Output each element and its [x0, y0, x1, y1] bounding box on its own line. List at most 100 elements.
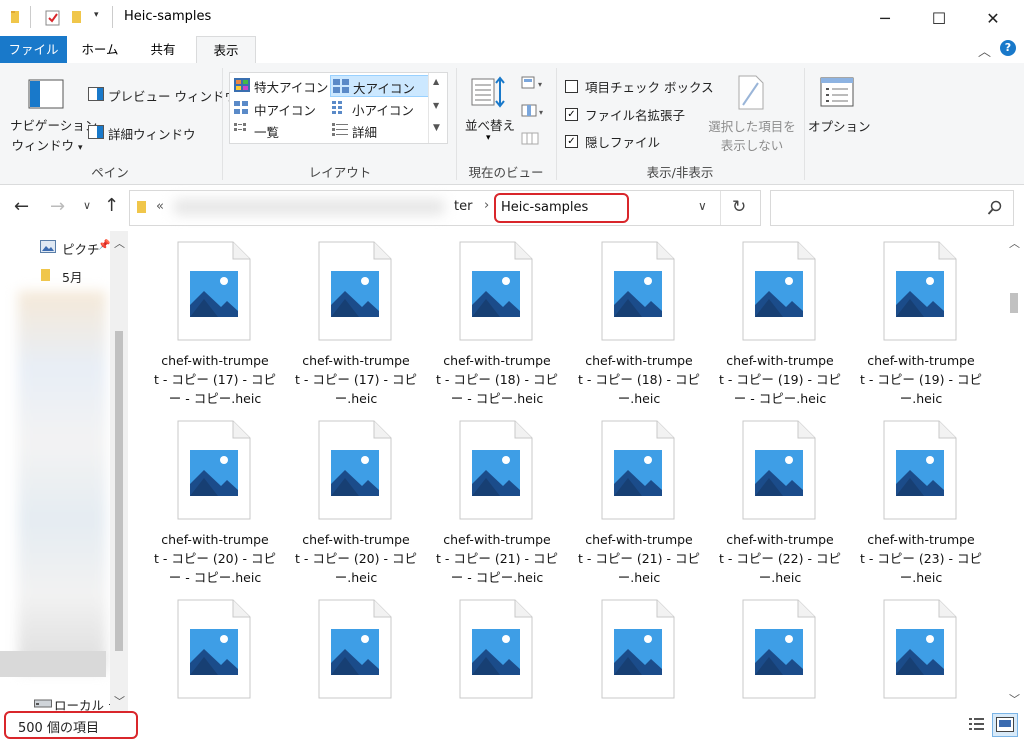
item-checkbox-label: 項目チェック ボックス: [585, 80, 714, 95]
properties-icon[interactable]: [44, 9, 62, 30]
nav-item-may[interactable]: 5月: [36, 265, 116, 285]
close-button[interactable]: ✕: [970, 0, 1016, 36]
image-file-icon: [883, 241, 957, 341]
file-item[interactable]: [715, 595, 845, 711]
file-item[interactable]: [432, 595, 562, 711]
group-separator: [804, 68, 805, 180]
search-box[interactable]: [770, 190, 1014, 226]
layout-medium-icons[interactable]: 中アイコン: [232, 98, 328, 118]
nav-selected-item[interactable]: [0, 651, 106, 677]
sort-button[interactable]: 並べ替え ▾: [462, 71, 518, 147]
options-button[interactable]: オプション: [808, 73, 871, 153]
search-icon: [987, 200, 1002, 215]
file-item[interactable]: chef-with-trumpe t - コピー (20) - コピー - コピー…: [150, 416, 280, 594]
help-icon[interactable]: ?: [1000, 40, 1016, 56]
quick-access-dropdown-icon[interactable]: ▾: [94, 10, 99, 20]
file-name-line: ー - コピー.heic: [450, 570, 544, 585]
scroll-up-icon[interactable]: ︿: [114, 235, 125, 251]
file-name-line: chef-with-trumpe: [443, 532, 551, 547]
file-item[interactable]: chef-with-trumpe t - コピー (18) - コピー - コピー…: [432, 237, 562, 415]
file-item[interactable]: chef-with-trumpe t - コピー (21) - コピー - コピー…: [432, 416, 562, 594]
file-name-line: ー - コピー.heic: [168, 391, 262, 406]
file-name: chef-with-trumpe t - コピー (19) - コピ ー.heic: [855, 351, 987, 408]
file-item[interactable]: chef-with-trumpe t - コピー (22) - コピ ー.heic: [715, 416, 845, 594]
nav-scroll-thumb[interactable]: [115, 331, 123, 651]
layout-label: 詳細: [352, 125, 378, 140]
add-columns-button[interactable]: ▾: [521, 103, 547, 122]
layout-large-icons[interactable]: 大アイコン: [330, 75, 429, 97]
file-scroll-thumb[interactable]: [1010, 293, 1018, 313]
address-dropdown-icon[interactable]: ∨: [698, 199, 707, 213]
file-item[interactable]: [856, 595, 986, 711]
tab-home[interactable]: ホーム: [72, 36, 128, 63]
refresh-icon[interactable]: ↻: [732, 197, 746, 217]
hidden-files-box[interactable]: ✓: [565, 135, 578, 148]
file-name-line: ー.heic: [334, 391, 378, 406]
nav-scrollbar[interactable]: ︿ ﹀: [110, 231, 128, 711]
nav-item-label: ピクチ: [62, 242, 100, 257]
sort-label: 並べ替え: [464, 118, 515, 133]
breadcrumb-parent[interactable]: ter: [454, 199, 472, 214]
tab-view[interactable]: 表示: [196, 36, 256, 65]
scroll-down-icon[interactable]: ﹀: [1009, 691, 1020, 707]
scroll-down-icon[interactable]: ▼: [433, 101, 439, 110]
breadcrumb-current-highlight[interactable]: Heic-samples: [494, 193, 629, 223]
layout-small-icons[interactable]: 小アイコン: [330, 98, 427, 118]
large-icons-view-button[interactable]: [992, 713, 1018, 737]
file-item[interactable]: chef-with-trumpe t - コピー (17) - コピ ー.heic: [291, 237, 421, 415]
file-name-line: chef-with-trumpe: [161, 532, 269, 547]
breadcrumb-current[interactable]: Heic-samples: [501, 200, 588, 215]
folder-icon: [41, 269, 50, 281]
layout-details[interactable]: 詳細: [330, 120, 427, 140]
file-name: chef-with-trumpe t - コピー (20) - コピー - コピー…: [149, 530, 281, 587]
size-columns-button[interactable]: [521, 131, 539, 150]
tab-share[interactable]: 共有: [133, 36, 193, 63]
tab-file[interactable]: ファイル: [0, 36, 67, 63]
forward-arrow-icon[interactable]: →: [50, 196, 65, 217]
file-item[interactable]: chef-with-trumpe t - コピー (18) - コピ ー.heic: [574, 237, 704, 415]
collapse-ribbon-icon[interactable]: ︿: [978, 41, 991, 60]
file-item[interactable]: chef-with-trumpe t - コピー (21) - コピ ー.heic: [574, 416, 704, 594]
file-item[interactable]: chef-with-trumpe t - コピー (19) - コピー - コピー…: [715, 237, 845, 415]
details-view-icon[interactable]: [968, 716, 986, 732]
layout-list[interactable]: 一覧: [232, 120, 328, 140]
hide-selected-button[interactable]: 選択した項目を 表示しない: [706, 73, 798, 153]
breadcrumb-overflow[interactable]: «: [156, 199, 164, 214]
file-name: chef-with-trumpe t - コピー (22) - コピ ー.heic: [714, 530, 846, 587]
navigation-pane-button[interactable]: ナビゲーション ウィンドウ ▾: [10, 73, 97, 153]
layout-extra-large-icons[interactable]: 特大アイコン: [232, 75, 328, 95]
file-item[interactable]: chef-with-trumpe t - コピー (23) - コピ ー.heic: [856, 416, 986, 594]
recent-locations-icon[interactable]: ∨: [83, 199, 91, 212]
up-arrow-icon[interactable]: ↑: [104, 195, 119, 216]
file-item[interactable]: chef-with-trumpe t - コピー (19) - コピ ー.heic: [856, 237, 986, 415]
divider: [112, 6, 113, 28]
file-scrollbar[interactable]: ︿ ﹀: [1004, 231, 1024, 711]
expand-gallery-icon[interactable]: ▼: [433, 123, 440, 133]
layout-label: 小アイコン: [352, 103, 414, 118]
file-item[interactable]: [574, 595, 704, 711]
back-arrow-icon[interactable]: ←: [14, 196, 29, 217]
search-input[interactable]: [775, 197, 979, 219]
file-item[interactable]: [291, 595, 421, 711]
scroll-down-icon[interactable]: ﹀: [114, 693, 125, 709]
file-name-line: ー - コピー.heic: [450, 391, 544, 406]
file-name: chef-with-trumpe t - コピー (20) - コピ ー.heic: [290, 530, 422, 587]
file-extension-box[interactable]: ✓: [565, 108, 578, 121]
maximize-button[interactable]: ☐: [916, 0, 962, 36]
sort-icon: [471, 76, 505, 108]
divider: [720, 191, 721, 225]
breadcrumb-separator[interactable]: ›: [484, 198, 489, 213]
layout-scroll[interactable]: ▲ ▼ ▼: [428, 73, 447, 143]
item-checkbox-box[interactable]: [565, 80, 578, 93]
file-item[interactable]: chef-with-trumpe t - コピー (17) - コピー - コピー…: [150, 237, 280, 415]
group-by-button[interactable]: ▾: [521, 75, 547, 94]
file-item[interactable]: [150, 595, 280, 711]
layout-gallery: 特大アイコン 大アイコン 中アイコン 小アイコン 一覧 詳細 ▲ ▼ ▼: [229, 72, 448, 144]
nav-item-pictures[interactable]: ピクチ 📌: [36, 237, 116, 257]
scroll-up-icon[interactable]: ︿: [1009, 235, 1020, 251]
file-item[interactable]: chef-with-trumpe t - コピー (20) - コピ ー.heic: [291, 416, 421, 594]
minimize-button[interactable]: ─: [862, 0, 908, 36]
address-bar[interactable]: « ter › Heic-samples ∨ ↻: [129, 190, 761, 226]
scroll-up-icon[interactable]: ▲: [433, 77, 439, 86]
new-folder-icon[interactable]: [70, 9, 84, 28]
